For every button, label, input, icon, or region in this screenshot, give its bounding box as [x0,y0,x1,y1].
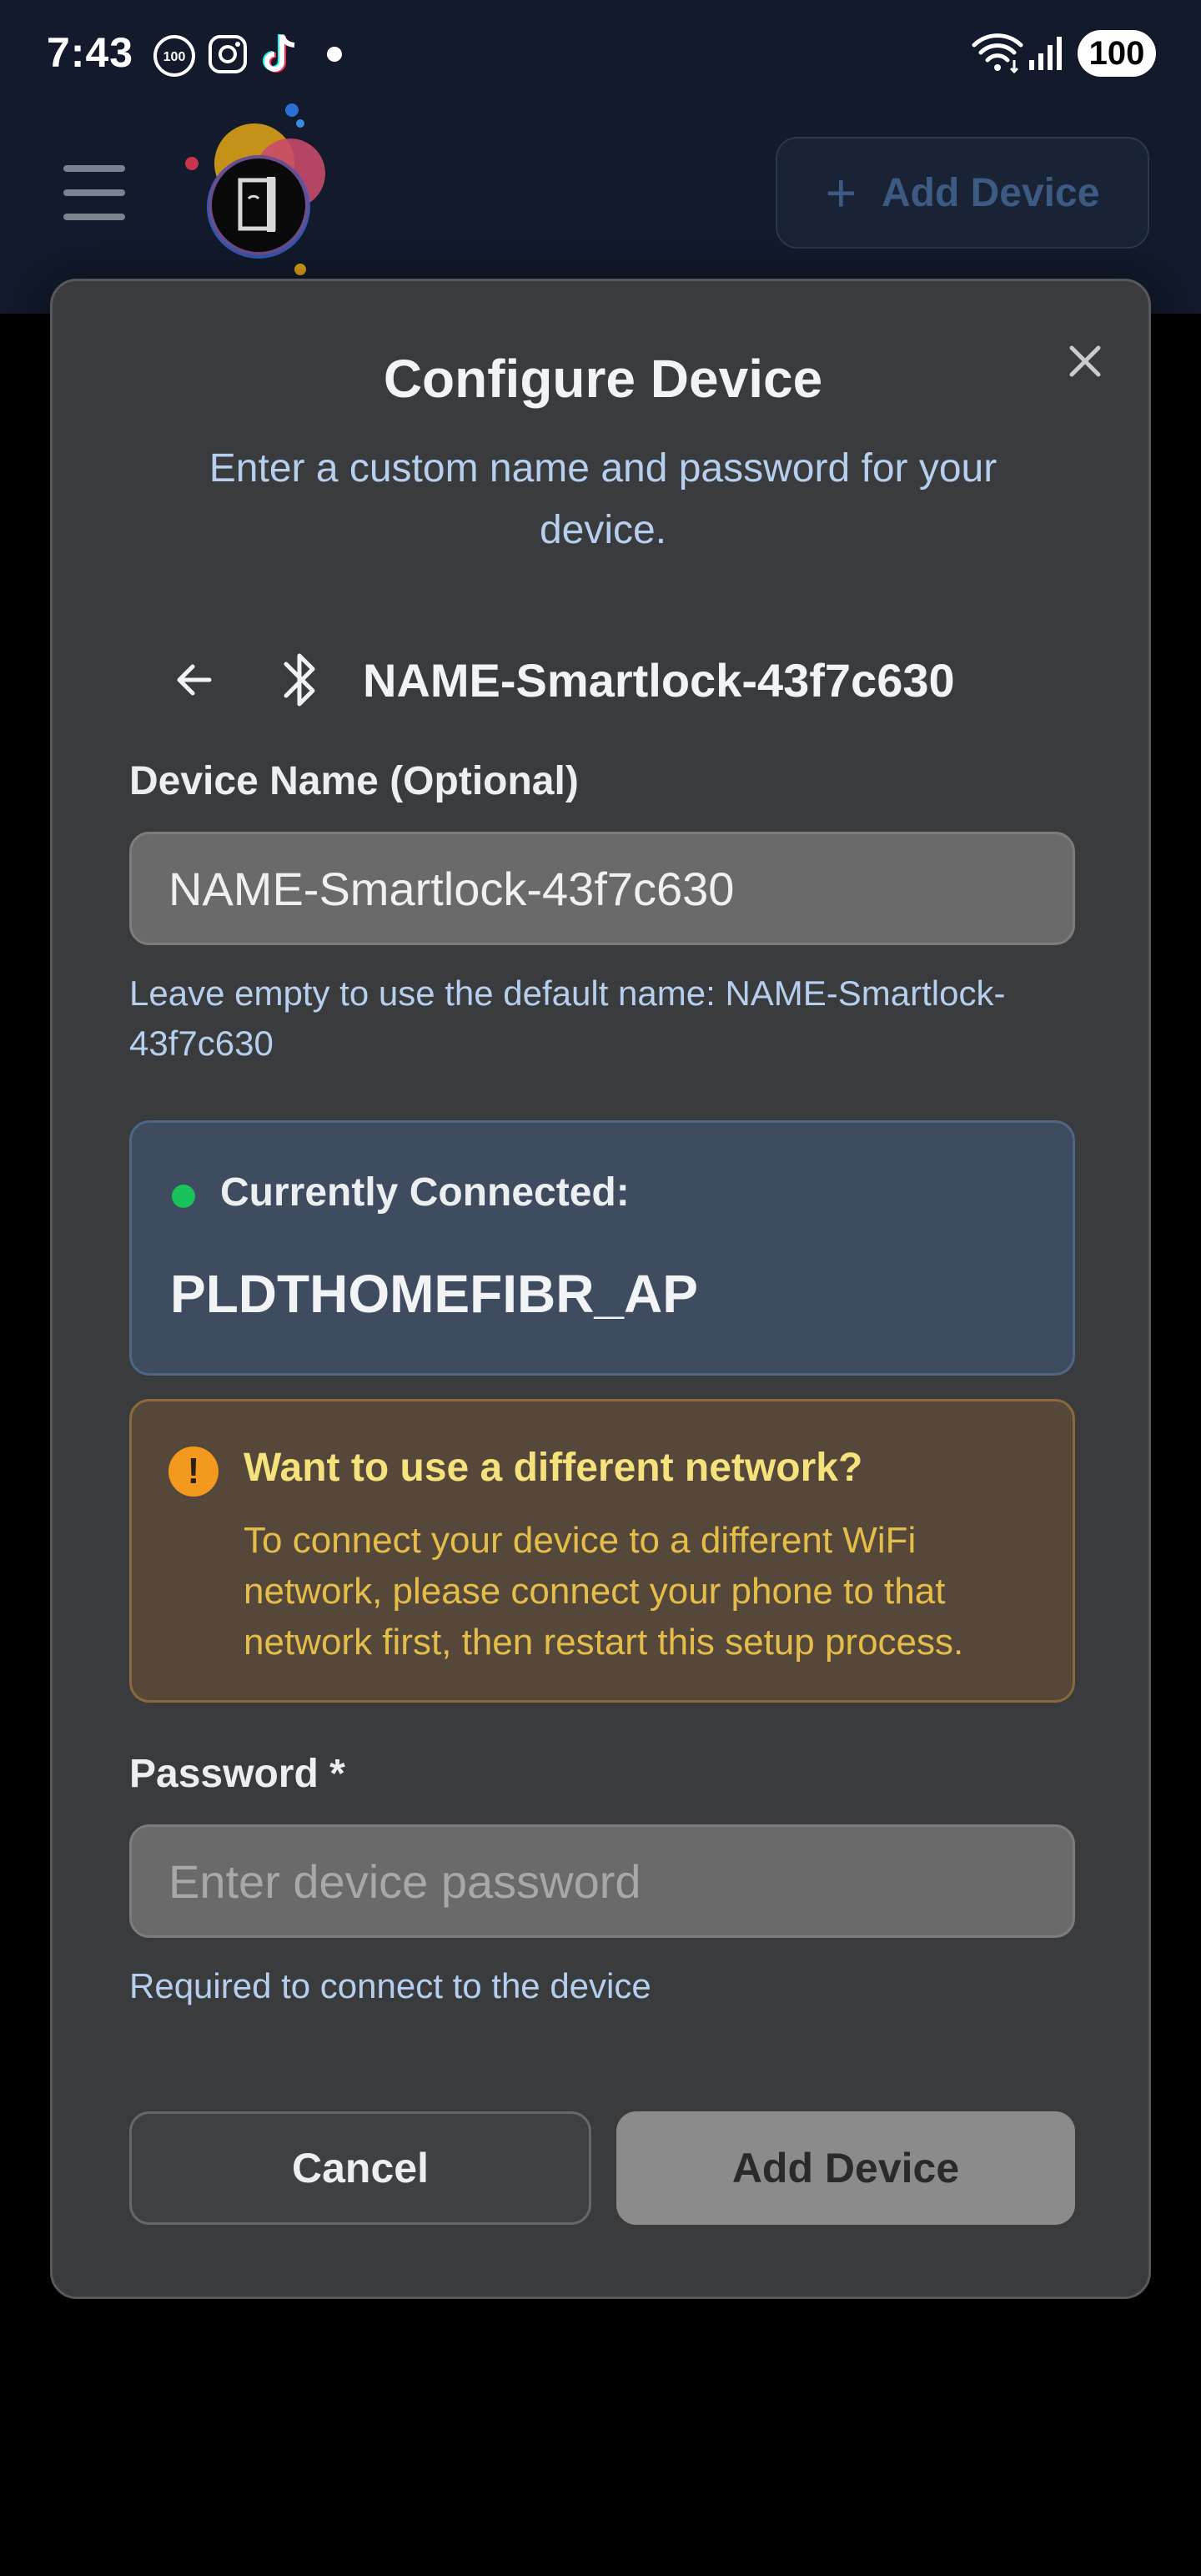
device-name-label: Device Name (Optional) [129,759,579,803]
device-name-input[interactable] [129,832,1075,945]
plus-icon: + [825,163,857,223]
tiktok-icon [260,32,302,83]
connected-status-dot [172,1185,195,1208]
dialog-title: Configure Device [383,349,823,409]
add-device-header-button[interactable]: + Add Device [776,137,1149,249]
instagram-icon [207,33,249,79]
selected-device-name: NAME-Smartlock-43f7c630 [363,653,955,707]
cancel-button[interactable]: Cancel [129,2111,591,2225]
bluetooth-icon [271,642,329,717]
app-logo[interactable] [175,98,350,282]
network-warning-card: ! Want to use a different network? To co… [129,1399,1075,1703]
warning-title: Want to use a different network? [244,1446,863,1490]
battery-indicator: 100 [1078,30,1156,77]
wifi-icon [971,32,1024,78]
add-device-button[interactable]: Add Device [616,2111,1075,2225]
status-time: 7:43 [47,29,134,76]
connected-label: Currently Connected: [220,1170,630,1215]
add-device-header-label: Add Device [881,170,1100,215]
password-label: Password * [129,1752,345,1796]
password-helper: Required to connect to the device [129,1966,651,2005]
configure-device-dialog: Configure Device Enter a custom name and… [50,279,1151,2299]
signal-icon [1028,33,1064,76]
connected-network-name: PLDTHOMEFIBR_AP [170,1264,698,1324]
selected-device-row: NAME-Smartlock-43f7c630 [161,630,955,730]
notification-dot-icon [327,47,342,62]
connected-network-card: Currently Connected: PLDTHOMEFIBR_AP [129,1120,1075,1376]
app-header: 7:43 100 100 + Add Device [0,0,1201,314]
password-input[interactable] [129,1824,1075,1938]
back-arrow-icon[interactable] [161,647,228,713]
warning-icon: ! [168,1446,219,1497]
warning-body: To connect your device to a different Wi… [244,1520,964,1663]
menu-icon[interactable] [63,165,125,220]
dialog-subtitle: Enter a custom name and password for you… [209,446,997,552]
device-name-helper: Leave empty to use the default name: NAM… [129,974,1006,1063]
svg-text:100: 100 [163,50,186,64]
status-bar: 7:43 100 100 [0,0,1201,108]
100-badge-icon: 100 [152,33,197,83]
